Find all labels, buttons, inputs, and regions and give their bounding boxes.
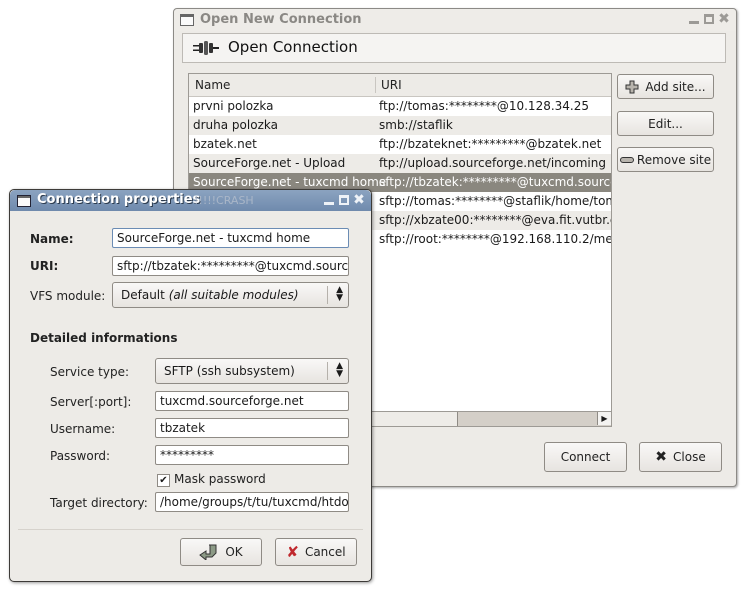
cancel-button[interactable]: ✘ Cancel xyxy=(275,538,357,566)
maximize-button[interactable] xyxy=(703,13,715,25)
window-title: Connection properties xyxy=(37,192,201,207)
cancel-x-icon: ✘ xyxy=(286,543,299,561)
window-icon xyxy=(17,195,31,207)
target-directory-label: Target directory: xyxy=(50,496,148,510)
mask-password-label[interactable]: Mask password xyxy=(174,472,266,486)
dialog-header: Open Connection xyxy=(228,38,358,56)
uri-label: URI: xyxy=(30,259,59,273)
connect-button[interactable]: Connect xyxy=(544,442,627,472)
divider xyxy=(18,529,363,530)
add-site-button[interactable]: Add site... xyxy=(617,74,714,99)
minimize-button[interactable] xyxy=(688,13,700,25)
section-title: Detailed informations xyxy=(30,331,178,345)
server-label: Server[:port]: xyxy=(50,395,132,409)
list-row[interactable]: SourceForge.net - Upload ftp://upload.sou… xyxy=(189,154,611,173)
titlebar[interactable]: Connection properties !!!!!CRASH ✖ xyxy=(10,190,371,211)
ok-button[interactable]: OK xyxy=(180,538,262,566)
column-header-uri[interactable]: URI xyxy=(381,78,402,92)
close-button[interactable]: ✖ Close xyxy=(639,442,722,472)
password-label: Password: xyxy=(50,449,111,463)
username-field[interactable]: tbzatek xyxy=(155,418,349,438)
scroll-right-arrow-icon[interactable]: ▶ xyxy=(597,412,611,425)
updown-arrow-icon: ▲ ▼ xyxy=(336,361,343,379)
server-field[interactable]: tuxcmd.sourceforge.net xyxy=(155,391,349,411)
remove-site-button[interactable]: Remove site xyxy=(617,147,714,172)
username-label: Username: xyxy=(50,422,116,436)
name-label: Name: xyxy=(30,232,74,246)
service-type-select[interactable]: SFTP (ssh subsystem) ▲ ▼ xyxy=(155,358,349,384)
window-icon xyxy=(180,14,194,26)
minus-icon xyxy=(619,156,634,163)
plug-icon xyxy=(193,41,219,55)
close-window-button[interactable]: ✖ xyxy=(718,12,730,26)
password-field[interactable]: ********* xyxy=(155,445,349,465)
name-field[interactable]: SourceForge.net - tuxcmd home xyxy=(112,228,349,248)
close-x-icon: ✖ xyxy=(655,449,668,465)
connection-properties-window: Connection properties !!!!!CRASH ✖ Name:… xyxy=(9,189,372,582)
ok-arrow-icon xyxy=(199,544,217,560)
mask-password-checkbox[interactable]: ✔ xyxy=(157,474,170,487)
vfs-module-label: VFS module: xyxy=(30,289,106,303)
maximize-button[interactable] xyxy=(338,194,350,206)
updown-arrow-icon: ▲ ▼ xyxy=(336,285,343,303)
edit-button[interactable]: Edit... xyxy=(617,111,714,136)
minimize-button[interactable] xyxy=(323,194,335,206)
list-row[interactable]: bzatek.net ftp://bzateknet:*********@bzat… xyxy=(189,135,611,154)
ghost-title-text: !!!!!CRASH xyxy=(194,194,254,207)
close-window-button[interactable]: ✖ xyxy=(353,193,365,207)
titlebar[interactable]: Open New Connection ✖ xyxy=(174,9,736,31)
target-directory-field[interactable]: /home/groups/t/tu/tuxcmd/htdocs xyxy=(155,492,349,512)
service-type-label: Service type: xyxy=(50,365,130,379)
uri-field[interactable]: sftp://tbzatek:*********@tuxcmd.sourcef xyxy=(112,256,349,276)
list-row[interactable]: druha polozka smb://staflik xyxy=(189,116,611,135)
vfs-module-select[interactable]: Default (all suitable modules) ▲ ▼ xyxy=(112,282,349,308)
list-row[interactable]: prvni polozka ftp://tomas:********@10.128… xyxy=(189,97,611,116)
plus-icon xyxy=(625,80,639,93)
header-frame: Open Connection xyxy=(182,33,726,63)
window-title: Open New Connection xyxy=(200,12,362,27)
column-header-name[interactable]: Name xyxy=(195,78,230,92)
